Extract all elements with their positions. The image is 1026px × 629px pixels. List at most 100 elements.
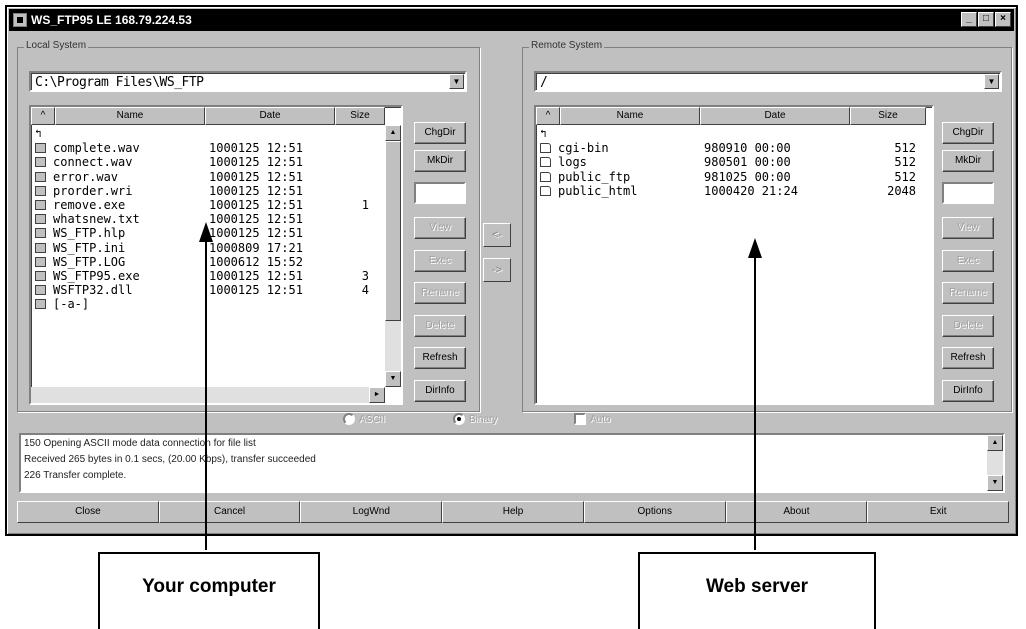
scroll-right-icon[interactable]: ► [369, 387, 385, 403]
folder-icon [540, 171, 551, 182]
remote-view-button[interactable]: View [942, 217, 994, 239]
list-item[interactable]: ↰ [31, 127, 401, 141]
button-label: DirInfo [425, 385, 455, 396]
close-window-button[interactable]: × [995, 12, 1011, 27]
radio-icon [343, 413, 355, 425]
column-sort-icon[interactable]: ^ [31, 107, 55, 125]
scroll-down-icon[interactable]: ▼ [987, 475, 1003, 491]
local-refresh-button[interactable]: Refresh [414, 347, 466, 369]
list-item[interactable]: WS_FTP.LOG 1000612 15:52 [31, 255, 401, 269]
list-item[interactable]: public_html 1000420 21:24 2048 [536, 184, 932, 198]
remote-mkdir-button[interactable]: MkDir [942, 150, 994, 172]
auto-checkbox[interactable]: Auto [574, 413, 611, 425]
close-button[interactable]: Close [17, 501, 159, 523]
list-item[interactable]: WSFTP32.dll 1000125 12:51 4 [31, 283, 401, 297]
about-button[interactable]: About [725, 501, 868, 523]
log-pane[interactable]: 150 Opening ASCII mode data connection f… [19, 433, 1005, 493]
local-mkdir-button[interactable]: MkDir [414, 150, 466, 172]
button-label: ChgDir [424, 127, 456, 138]
file-date: 1000125 12:51 [209, 226, 303, 241]
exit-button[interactable]: Exit [867, 501, 1010, 523]
list-item[interactable]: WS_FTP.ini 1000809 17:21 [31, 241, 401, 255]
button-label: Delete [953, 320, 983, 331]
log-vscroll[interactable]: ▲ ▼ [987, 435, 1003, 491]
remote-path-combo[interactable]: / ▼ [534, 71, 1002, 92]
cancel-button[interactable]: Cancel [158, 501, 301, 523]
list-item[interactable]: logs 980501 00:00 512 [536, 155, 932, 169]
scroll-up-icon[interactable]: ▲ [987, 435, 1003, 451]
local-dirinfo-button[interactable]: DirInfo [414, 380, 466, 402]
button-label: View [957, 222, 979, 233]
list-item[interactable]: connect.wav 1000125 12:51 [31, 155, 401, 169]
up-dir-icon: ↰ [540, 127, 547, 140]
maximize-button[interactable]: □ [978, 12, 994, 27]
file-icon [35, 271, 46, 281]
binary-radio[interactable]: Binary [453, 413, 497, 425]
remote-delete-button[interactable]: Delete [942, 315, 994, 337]
folder-icon [540, 185, 551, 196]
list-item[interactable]: whatsnew.txt 1000125 12:51 [31, 212, 401, 226]
list-item[interactable]: error.wav 1000125 12:51 [31, 170, 401, 184]
local-chgdir-button[interactable]: ChgDir [414, 122, 466, 144]
binary-label: Binary [469, 413, 498, 425]
remote-file-list[interactable]: ^ Name Date Size ↰ cgi-bin 980910 00:00 512… [534, 105, 934, 405]
file-date: 1000420 21:24 [704, 183, 798, 198]
remote-chgdir-button[interactable]: ChgDir [942, 122, 994, 144]
list-item[interactable]: [-a-] [31, 297, 401, 311]
file-name: logs [558, 155, 587, 170]
local-delete-button[interactable]: Delete [414, 315, 466, 337]
title-bar[interactable]: WS_FTP95 LE 168.79.224.53 _ □ × [9, 9, 1014, 31]
remote-rename-button[interactable]: Rename [942, 282, 994, 304]
file-date: 980910 00:00 [704, 141, 791, 156]
list-item[interactable]: ↰ [536, 127, 932, 141]
remote-dirinfo-button[interactable]: DirInfo [942, 380, 994, 402]
minimize-button[interactable]: _ [961, 12, 977, 27]
list-item[interactable]: public_ftp 981025 00:00 512 [536, 170, 932, 184]
remote-exec-button[interactable]: Exec [942, 250, 994, 272]
options-button[interactable]: Options [583, 501, 726, 523]
callout-arrowhead-right [748, 238, 762, 258]
file-name: WS_FTP95.exe [53, 269, 140, 283]
list-item[interactable]: WS_FTP.hlp 1000125 12:51 [31, 226, 401, 240]
file-date: 1000125 12:51 [209, 269, 303, 283]
remote-list-header: ^ Name Date Size [536, 107, 926, 125]
column-sort-icon[interactable]: ^ [536, 107, 560, 125]
remote-filter-input[interactable] [942, 182, 994, 204]
local-rename-button[interactable]: Rename [414, 282, 466, 304]
column-date[interactable]: Date [700, 107, 850, 125]
local-view-button[interactable]: View [414, 217, 466, 239]
list-item[interactable]: prorder.wri 1000125 12:51 [31, 184, 401, 198]
file-name: [-a-] [53, 297, 90, 312]
local-file-list[interactable]: ^ Name Date Size ▲ ▼ ► ↰ complete.wav 1000… [29, 105, 403, 405]
list-item[interactable]: complete.wav 1000125 12:51 [31, 141, 401, 155]
logwnd-button[interactable]: LogWnd [300, 501, 443, 523]
chevron-down-icon[interactable]: ▼ [449, 74, 464, 89]
column-name[interactable]: Name [55, 107, 205, 125]
log-line: 150 Opening ASCII mode data connection f… [24, 438, 256, 449]
local-hscroll[interactable]: ► [31, 387, 385, 403]
column-name[interactable]: Name [560, 107, 700, 125]
file-date: 980501 00:00 [704, 155, 791, 170]
file-icon [35, 157, 46, 168]
file-icon [35, 256, 46, 267]
button-label: Refresh [422, 352, 458, 363]
download-right-arrow-button[interactable]: -> [483, 258, 511, 282]
column-date[interactable]: Date [205, 107, 335, 125]
column-size[interactable]: Size [335, 107, 385, 125]
scroll-down-icon[interactable]: ▼ [385, 371, 401, 387]
remote-refresh-button[interactable]: Refresh [942, 347, 994, 369]
chevron-down-icon[interactable]: ▼ [984, 74, 999, 89]
file-date: 1000612 15:52 [209, 254, 303, 269]
local-exec-button[interactable]: Exec [414, 250, 466, 272]
list-item[interactable]: cgi-bin 980910 00:00 512 [536, 141, 932, 155]
column-size[interactable]: Size [850, 107, 926, 125]
bottom-button-bar: Close Cancel LogWnd Help Options About E… [17, 501, 1010, 525]
list-item[interactable]: WS_FTP95.exe 1000125 12:51 3 [31, 269, 401, 283]
ascii-radio[interactable]: ASCII [343, 413, 385, 425]
window-title: WS_FTP95 LE 168.79.224.53 [31, 13, 192, 27]
upload-left-arrow-button[interactable]: <- [483, 223, 511, 247]
local-path-combo[interactable]: C:\Program Files\WS_FTP ▼ [29, 71, 467, 92]
local-filter-input[interactable] [414, 182, 466, 204]
list-item[interactable]: remove.exe 1000125 12:51 1 [31, 198, 401, 212]
help-button[interactable]: Help [442, 501, 584, 523]
